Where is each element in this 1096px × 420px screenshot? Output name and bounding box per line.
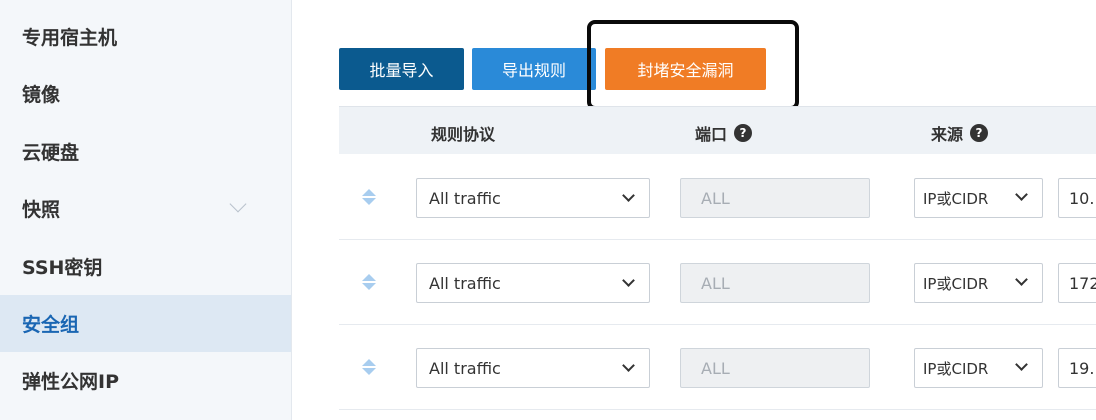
- table-header: 规则协议 端口 ? 来源 ?: [339, 106, 1096, 154]
- help-icon[interactable]: ?: [734, 124, 753, 142]
- batch-import-button[interactable]: 批量导入: [339, 48, 464, 90]
- drag-handle-icon[interactable]: [359, 272, 379, 292]
- source-type-value: IP或CIDR: [923, 189, 989, 208]
- sidebar-item-dedicated-host[interactable]: 专用宿主机: [0, 8, 291, 65]
- chevron-down-icon: [1015, 358, 1028, 371]
- sidebar-item-cloud-disk[interactable]: 云硬盘: [0, 123, 291, 180]
- sidebar-item-security-group[interactable]: 安全组: [0, 295, 291, 352]
- source-type-select[interactable]: IP或CIDR: [914, 263, 1043, 303]
- source-type-select[interactable]: IP或CIDR: [914, 178, 1043, 218]
- protocol-select[interactable]: All traffic: [416, 348, 650, 388]
- sidebar-item-label: 快照: [22, 199, 61, 221]
- source-type-select[interactable]: IP或CIDR: [914, 348, 1043, 388]
- source-type-value: IP或CIDR: [923, 359, 989, 378]
- drag-handle-icon[interactable]: [359, 187, 379, 207]
- export-rules-button[interactable]: 导出规则: [472, 48, 596, 90]
- header-port-label: 端口: [695, 125, 728, 144]
- table-row: All traffic ALL IP或CIDR 10.: [339, 155, 1096, 240]
- header-source-label: 来源: [931, 125, 964, 144]
- chevron-down-icon: [622, 189, 635, 202]
- table-row: All traffic ALL IP或CIDR 172: [339, 240, 1096, 325]
- highlight-box: [587, 20, 799, 110]
- header-protocol-label: 规则协议: [431, 125, 496, 144]
- sidebar-item-images[interactable]: 镜像: [0, 65, 291, 122]
- sidebar-item-label: 专用宿主机: [22, 27, 118, 49]
- sidebar-item-elastic-ip[interactable]: 弹性公网IP: [0, 352, 291, 409]
- sidebar-item-label: SSH密钥: [22, 257, 103, 279]
- port-input[interactable]: ALL: [680, 178, 870, 218]
- sidebar-item-label: 镜像: [22, 84, 61, 106]
- protocol-select[interactable]: All traffic: [416, 178, 650, 218]
- source-ip-input[interactable]: 172: [1058, 263, 1096, 303]
- protocol-value: All traffic: [429, 273, 501, 293]
- chevron-down-icon: [1015, 273, 1028, 286]
- sidebar-item-label: 安全组: [22, 314, 80, 336]
- protocol-value: All traffic: [429, 358, 501, 378]
- sidebar-item-ssh-keys[interactable]: SSH密钥: [0, 238, 291, 295]
- header-protocol: 规则协议: [431, 121, 495, 145]
- source-ip-input[interactable]: 19.: [1058, 348, 1096, 388]
- sidebar-item-snapshot[interactable]: 快照: [0, 180, 291, 237]
- sidebar: 专用宿主机 镜像 云硬盘 快照 SSH密钥 安全组 弹性公网IP: [0, 0, 292, 420]
- port-input[interactable]: ALL: [680, 348, 870, 388]
- chevron-down-icon[interactable]: [229, 195, 247, 213]
- table-row: All traffic ALL IP或CIDR 19.: [339, 325, 1096, 410]
- source-ip-input[interactable]: 10.: [1058, 178, 1096, 218]
- chevron-down-icon: [1015, 188, 1028, 201]
- protocol-value: All traffic: [429, 188, 501, 208]
- source-type-value: IP或CIDR: [923, 274, 989, 293]
- protocol-select[interactable]: All traffic: [416, 263, 650, 303]
- help-icon[interactable]: ?: [970, 124, 989, 142]
- header-port: 端口 ?: [695, 121, 753, 145]
- sidebar-item-label: 云硬盘: [22, 142, 80, 164]
- chevron-down-icon: [622, 359, 635, 372]
- sidebar-item-label: 弹性公网IP: [22, 371, 119, 393]
- port-input[interactable]: ALL: [680, 263, 870, 303]
- header-source: 来源 ?: [931, 121, 989, 145]
- drag-handle-icon[interactable]: [359, 357, 379, 377]
- chevron-down-icon: [622, 274, 635, 287]
